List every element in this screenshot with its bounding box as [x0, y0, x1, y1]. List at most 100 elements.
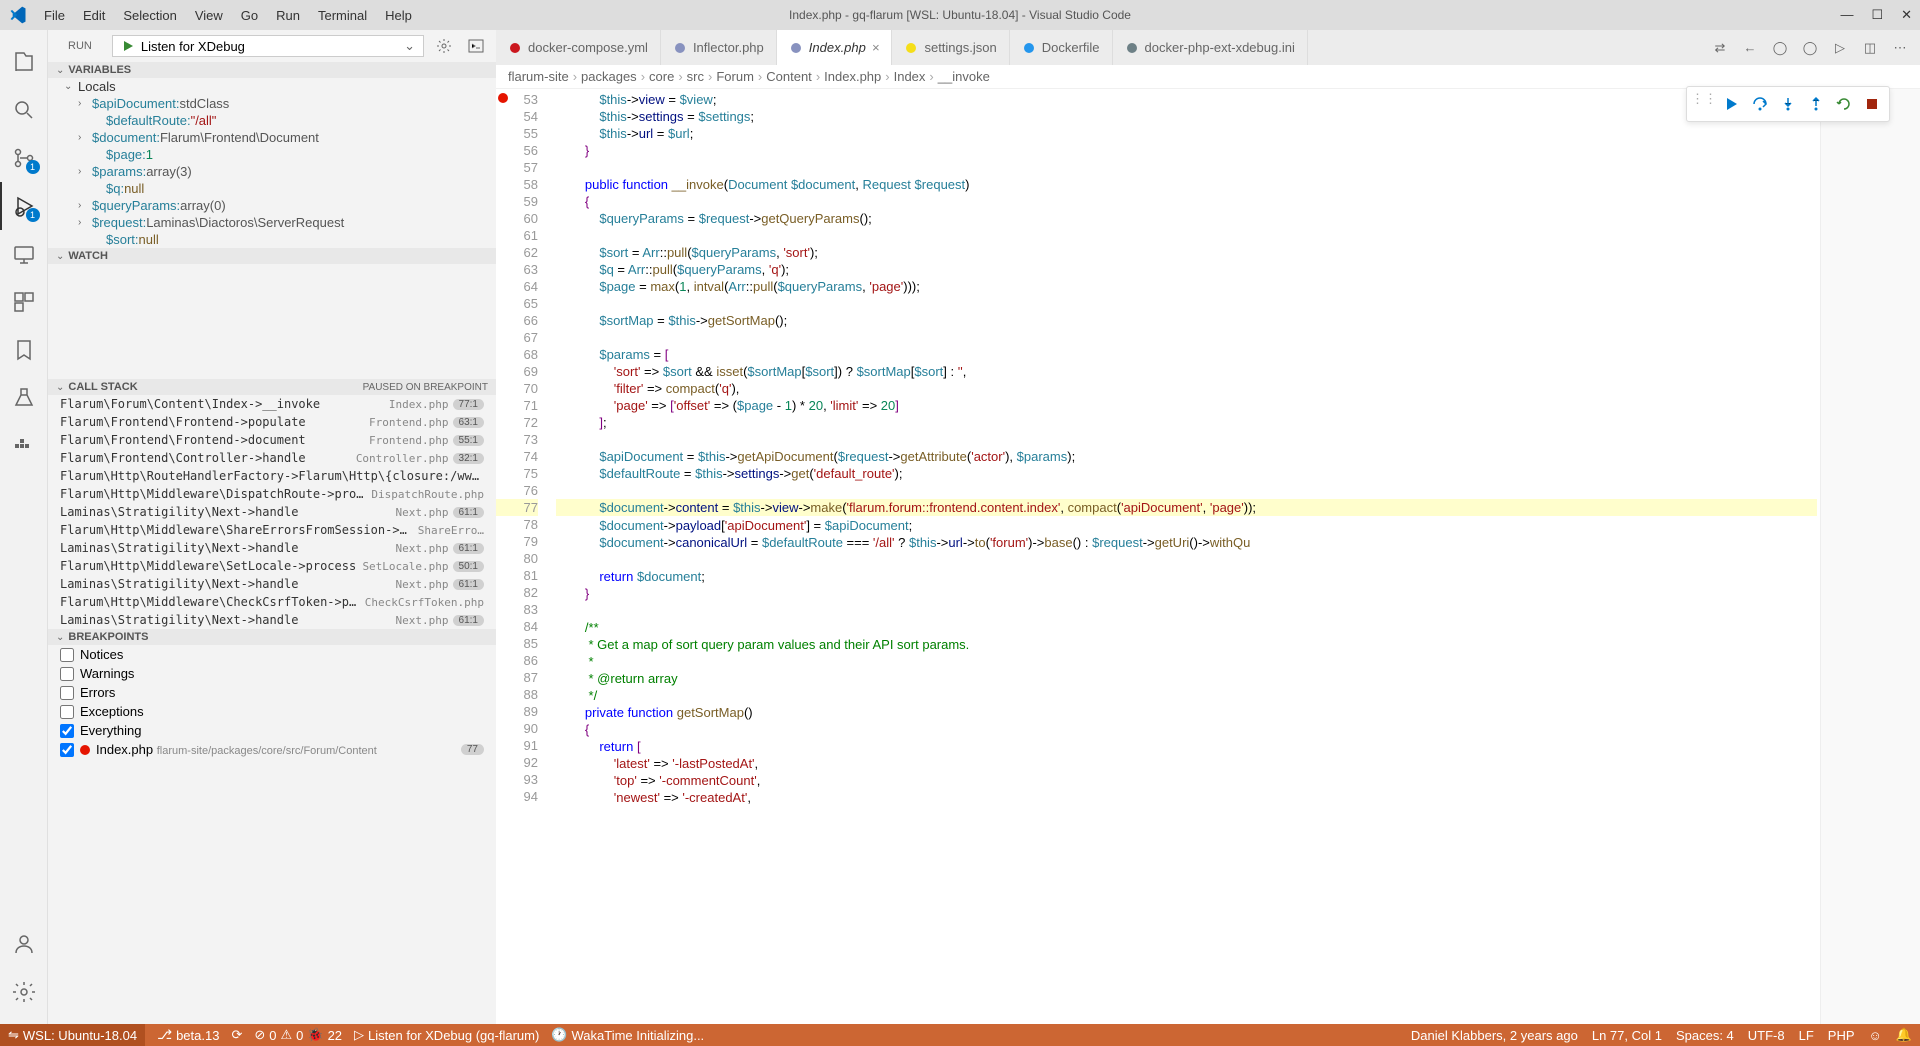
callstack-row[interactable]: Flarum\Forum\Content\Index->__invokeInde… — [48, 395, 496, 413]
variable-row[interactable]: $defaultRoute: "/all" — [48, 112, 496, 129]
menu-file[interactable]: File — [36, 4, 73, 27]
callstack-row[interactable]: Flarum\Http\RouteHandlerFactory->Flarum\… — [48, 467, 496, 485]
status-blame[interactable]: Daniel Klabbers, 2 years ago — [1411, 1027, 1578, 1043]
tab[interactable]: settings.json — [892, 30, 1009, 65]
tab[interactable]: Index.php× — [777, 30, 893, 65]
callstack-row[interactable]: Laminas\Stratigility\Next->handleNext.ph… — [48, 539, 496, 557]
settings-gear-icon[interactable] — [0, 968, 48, 1016]
menu-go[interactable]: Go — [233, 4, 266, 27]
tab[interactable]: Dockerfile — [1010, 30, 1113, 65]
callstack-row[interactable]: Laminas\Stratigility\Next->handleNext.ph… — [48, 611, 496, 629]
callstack-row[interactable]: Flarum\Frontend\Controller->handleContro… — [48, 449, 496, 467]
variable-row[interactable]: ›$apiDocument: stdClass — [48, 95, 496, 112]
tab[interactable]: Inflector.php — [661, 30, 777, 65]
compare-icon[interactable]: ⇄ — [1708, 36, 1732, 60]
breakpoints-header[interactable]: ⌄ BREAKPOINTS — [48, 629, 496, 645]
run-config-select[interactable]: Listen for XDebug ⌄ — [112, 35, 424, 57]
debug-console-icon[interactable] — [464, 34, 488, 58]
variable-row[interactable]: ›$queryParams: array(0) — [48, 197, 496, 214]
breadcrumb-item[interactable]: __invoke — [938, 69, 990, 84]
watch-header[interactable]: ⌄ WATCH — [48, 248, 496, 264]
maximize-icon[interactable]: ☐ — [1871, 7, 1883, 23]
variable-row[interactable]: ›$document: Flarum\Frontend\Document — [48, 129, 496, 146]
status-problems[interactable]: ⊘0 ⚠0 🐞22 — [254, 1027, 342, 1043]
run-debug-icon[interactable]: 1 — [0, 182, 48, 230]
continue-button[interactable] — [1719, 91, 1745, 117]
split-icon[interactable]: ◫ — [1858, 36, 1882, 60]
tab[interactable]: docker-compose.yml — [496, 30, 661, 65]
callstack-row[interactable]: Flarum\Http\Middleware\CheckCsrfToken->p… — [48, 593, 496, 611]
extensions-icon[interactable] — [0, 278, 48, 326]
menu-selection[interactable]: Selection — [115, 4, 184, 27]
step-into-button[interactable] — [1775, 91, 1801, 117]
debug-toolbar[interactable]: ⋮⋮ — [1686, 86, 1890, 122]
status-bell-icon[interactable]: 🔔 — [1896, 1027, 1912, 1043]
minimap[interactable] — [1820, 89, 1920, 1024]
status-eol[interactable]: LF — [1799, 1027, 1814, 1043]
breadcrumb-item[interactable]: core — [649, 69, 674, 84]
callstack-row[interactable]: Laminas\Stratigility\Next->handleNext.ph… — [48, 503, 496, 521]
bp-warnings[interactable]: Warnings — [48, 664, 496, 683]
remote-explorer-icon[interactable] — [0, 230, 48, 278]
status-language[interactable]: PHP — [1828, 1027, 1855, 1043]
restart-button[interactable] — [1831, 91, 1857, 117]
breadcrumb-item[interactable]: flarum-site — [508, 69, 569, 84]
variable-row[interactable]: $page: 1 — [48, 146, 496, 163]
diff-prev-icon[interactable]: ◯ — [1768, 36, 1792, 60]
close-icon[interactable]: × — [872, 40, 880, 55]
callstack-row[interactable]: Flarum\Frontend\Frontend->populateFronte… — [48, 413, 496, 431]
status-remote[interactable]: ⇋WSL: Ubuntu-18.04 — [0, 1024, 145, 1046]
diff-next-icon[interactable]: ◯ — [1798, 36, 1822, 60]
bp-errors[interactable]: Errors — [48, 683, 496, 702]
search-icon[interactable] — [0, 86, 48, 134]
accounts-icon[interactable] — [0, 920, 48, 968]
run-file-icon[interactable]: ▷ — [1828, 36, 1852, 60]
status-debugger[interactable]: ▷Listen for XDebug (gq-flarum) — [354, 1027, 539, 1043]
menu-run[interactable]: Run — [268, 4, 308, 27]
variables-header[interactable]: ⌄ VARIABLES — [48, 62, 496, 78]
menu-edit[interactable]: Edit — [75, 4, 113, 27]
status-branch[interactable]: ⎇beta.13 — [157, 1027, 219, 1043]
code-editor[interactable]: 5354555657585960616263646566676869707172… — [496, 89, 1920, 1024]
callstack-header[interactable]: ⌄ CALL STACK PAUSED ON BREAKPOINT — [48, 379, 496, 395]
breadcrumb-item[interactable]: Forum — [716, 69, 754, 84]
docker-icon[interactable] — [0, 422, 48, 470]
callstack-row[interactable]: Flarum\Http\Middleware\ShareErrorsFromSe… — [48, 521, 496, 539]
status-wakatime[interactable]: 🕐WakaTime Initializing... — [551, 1027, 704, 1043]
explorer-icon[interactable] — [0, 38, 48, 86]
close-icon[interactable]: ✕ — [1901, 7, 1912, 23]
minimize-icon[interactable]: — — [1840, 7, 1853, 23]
status-encoding[interactable]: UTF-8 — [1748, 1027, 1785, 1043]
status-position[interactable]: Ln 77, Col 1 — [1592, 1027, 1662, 1043]
callstack-row[interactable]: Laminas\Stratigility\Next->handleNext.ph… — [48, 575, 496, 593]
breadcrumb-item[interactable]: Content — [766, 69, 812, 84]
test-icon[interactable] — [0, 374, 48, 422]
stop-button[interactable] — [1859, 91, 1885, 117]
status-feedback-icon[interactable]: ☺ — [1869, 1027, 1882, 1043]
status-spaces[interactable]: Spaces: 4 — [1676, 1027, 1734, 1043]
gear-icon[interactable] — [432, 34, 456, 58]
bp-exceptions[interactable]: Exceptions — [48, 702, 496, 721]
status-sync[interactable]: ⟳ — [231, 1027, 242, 1043]
step-over-button[interactable] — [1747, 91, 1773, 117]
drag-handle-icon[interactable]: ⋮⋮ — [1691, 91, 1717, 117]
locals-scope[interactable]: ⌄Locals — [48, 78, 496, 95]
variable-row[interactable]: $sort: null — [48, 231, 496, 248]
tab[interactable]: docker-php-ext-xdebug.ini — [1113, 30, 1308, 65]
breadcrumb-item[interactable]: src — [687, 69, 704, 84]
breadcrumb-item[interactable]: packages — [581, 69, 637, 84]
breadcrumb-item[interactable]: Index — [894, 69, 926, 84]
bp-notices[interactable]: Notices — [48, 645, 496, 664]
more-icon[interactable]: ⋯ — [1888, 36, 1912, 60]
bookmark-icon[interactable] — [0, 326, 48, 374]
menu-view[interactable]: View — [187, 4, 231, 27]
back-icon[interactable]: ← — [1738, 36, 1762, 60]
callstack-row[interactable]: Flarum\Http\Middleware\SetLocale->proces… — [48, 557, 496, 575]
bp-everything[interactable]: Everything — [48, 721, 496, 740]
variable-row[interactable]: ›$params: array(3) — [48, 163, 496, 180]
variable-row[interactable]: $q: null — [48, 180, 496, 197]
menu-help[interactable]: Help — [377, 4, 420, 27]
callstack-row[interactable]: Flarum\Frontend\Frontend->documentFronte… — [48, 431, 496, 449]
menu-terminal[interactable]: Terminal — [310, 4, 375, 27]
scm-icon[interactable]: 1 — [0, 134, 48, 182]
